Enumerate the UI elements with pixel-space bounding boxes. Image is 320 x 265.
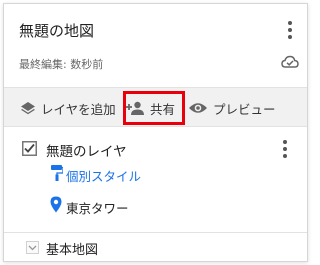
add-layer-label: レイヤを追加	[41, 101, 116, 117]
map-title[interactable]: 無題の地図	[19, 20, 94, 41]
chevron-down-icon[interactable]	[26, 241, 39, 254]
map-panel: 無題の地図 最終編集: 数秒前 レイヤを追加 共有 プレビュー 無題のレイヤ 個…	[3, 3, 308, 262]
layer-name[interactable]: 無題のレイヤ	[46, 140, 127, 160]
paint-roller-icon	[51, 165, 64, 185]
eye-icon	[189, 103, 207, 113]
divider	[4, 232, 307, 233]
layer-checkbox-icon[interactable]	[22, 141, 37, 156]
map-options-kebab-icon[interactable]	[287, 19, 293, 41]
basemap-label[interactable]: 基本地図	[46, 239, 98, 258]
add-layer-button[interactable]: レイヤを追加	[20, 88, 116, 128]
place-item-label[interactable]: 東京タワー	[66, 198, 129, 217]
style-link[interactable]: 個別スタイル	[66, 166, 141, 185]
map-pin-icon	[50, 196, 62, 217]
preview-label: プレビュー	[213, 101, 276, 117]
layers-icon	[21, 102, 35, 115]
cloud-saved-icon	[281, 54, 299, 73]
last-edited-status: 最終編集: 数秒前	[19, 58, 104, 71]
share-highlight-box	[123, 91, 185, 125]
preview-button[interactable]: プレビュー	[188, 88, 276, 128]
layer-options-kebab-icon[interactable]	[282, 138, 288, 160]
